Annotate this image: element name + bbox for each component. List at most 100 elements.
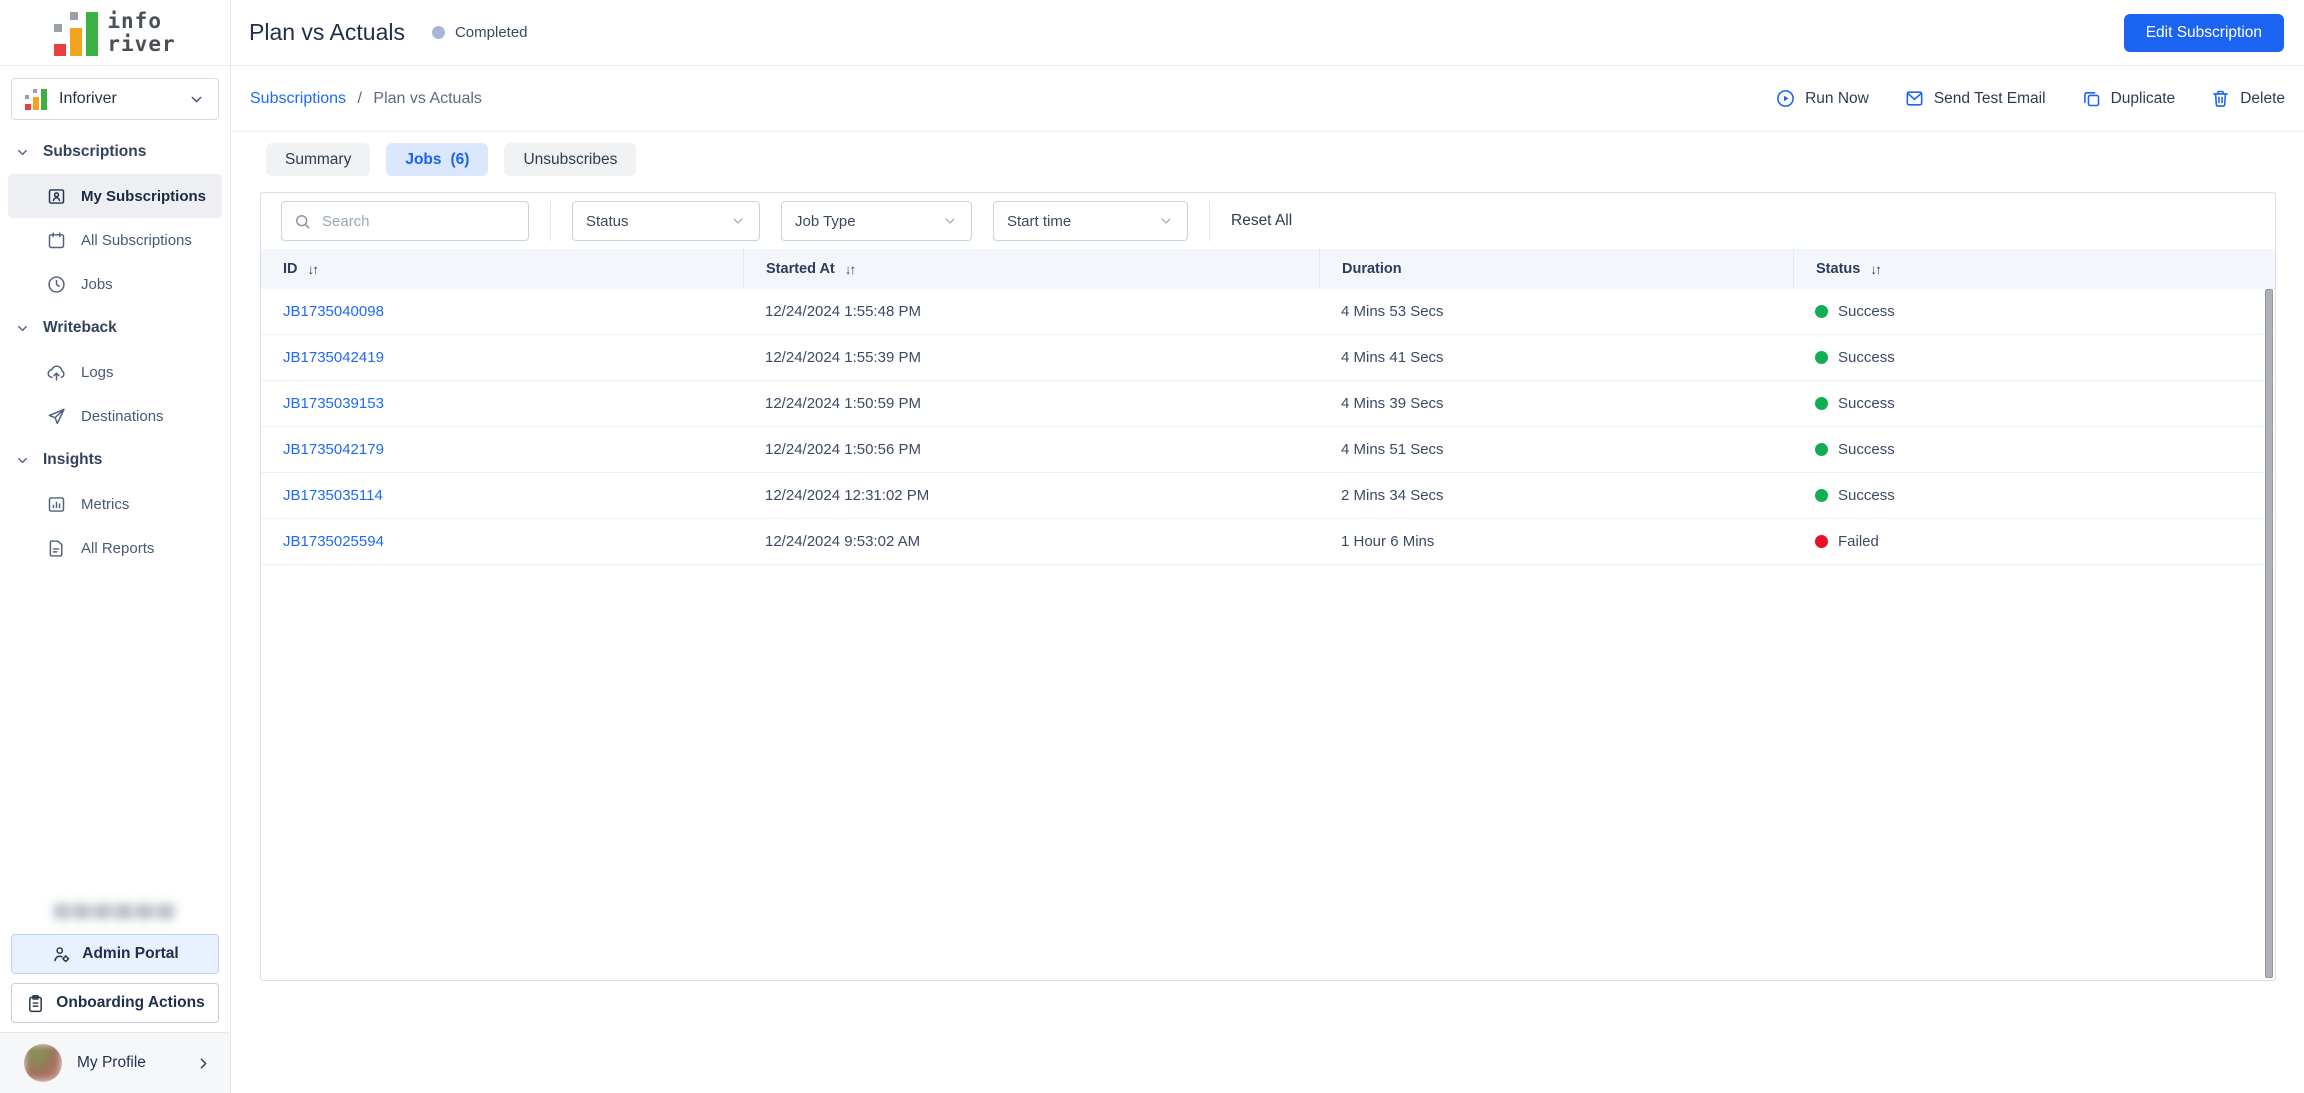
column-label: Duration (1342, 261, 1402, 277)
job-type-filter-dropdown[interactable]: Job Type (781, 201, 972, 241)
job-id-link[interactable]: JB1735040098 (283, 303, 384, 320)
started-at-cell: 12/24/2024 1:55:48 PM (765, 303, 921, 320)
sidebar-item-all-reports[interactable]: All Reports (8, 526, 222, 570)
breadcrumb-bar: Subscriptions / Plan vs Actuals Run Now … (231, 66, 2304, 132)
sidebar-section-writeback[interactable]: Writeback (0, 306, 230, 350)
sidebar-item-metrics[interactable]: Metrics (8, 482, 222, 526)
email-icon (1906, 91, 1923, 106)
job-id-link[interactable]: JB1735025594 (283, 533, 384, 550)
duplicate-button[interactable]: Duplicate (2081, 88, 2175, 109)
sidebar-item-label: Metrics (81, 495, 130, 513)
status-filter-dropdown[interactable]: Status (572, 201, 760, 241)
status-cell: Success (1793, 395, 2275, 412)
run-now-button[interactable]: Run Now (1775, 88, 1869, 109)
status-label: Success (1838, 349, 1895, 366)
onboarding-actions-button[interactable]: Onboarding Actions (11, 983, 219, 1023)
duration-cell: 4 Mins 53 Secs (1341, 303, 1444, 320)
table-row: JB1735039153 12/24/2024 1:50:59 PM 4 Min… (261, 381, 2275, 427)
breadcrumb-current: Plan vs Actuals (373, 89, 482, 107)
inforiver-mini-logo-icon (25, 87, 48, 111)
table-row: JB1735025594 12/24/2024 9:53:02 AM 1 Hou… (261, 519, 2275, 565)
status-cell: Success (1793, 487, 2275, 504)
start-time-filter-dropdown[interactable]: Start time (993, 201, 1188, 241)
delete-button[interactable]: Delete (2210, 88, 2285, 109)
status-label: Success (1838, 395, 1895, 412)
vertical-scrollbar[interactable] (2265, 289, 2273, 978)
duration-cell: 4 Mins 39 Secs (1341, 395, 1444, 412)
status-label: Success (1838, 441, 1895, 458)
sort-arrows-icon[interactable]: ↓↑ (1870, 262, 1881, 277)
sidebar-item-label: Jobs (81, 275, 113, 293)
reset-all-button[interactable]: Reset All (1231, 212, 1292, 230)
redacted-text (54, 904, 176, 919)
bar-chart-icon (48, 496, 65, 512)
column-label: Status (1816, 261, 1861, 277)
status-dot-icon (1815, 305, 1828, 318)
avatar (24, 1044, 62, 1082)
edit-subscription-button[interactable]: Edit Subscription (2123, 13, 2284, 52)
filter-divider (550, 201, 551, 241)
tab-unsubscribes[interactable]: Unsubscribes (504, 143, 637, 176)
status-label: Success (1838, 303, 1895, 320)
status-badge-label: Completed (454, 24, 528, 41)
sidebar-item-logs[interactable]: Logs (8, 350, 222, 394)
job-type-filter-label: Job Type (795, 212, 856, 230)
my-profile-row[interactable]: My Profile (0, 1032, 230, 1093)
calendar-icon (48, 231, 65, 248)
sidebar-item-jobs[interactable]: Jobs (8, 262, 222, 306)
filter-bar: Status Job Type Start time (261, 193, 2275, 249)
clock-icon (48, 275, 65, 293)
tab-jobs-count: (6) (450, 150, 470, 168)
job-id-link[interactable]: JB1735042419 (283, 349, 384, 366)
status-dot-icon (1815, 397, 1828, 410)
main-area: Plan vs Actuals Completed Edit Subscript… (231, 0, 2304, 1093)
sidebar-item-destinations[interactable]: Destinations (8, 394, 222, 438)
status-dot-icon (1815, 535, 1828, 548)
clipboard-icon (29, 994, 43, 1012)
tab-jobs[interactable]: Jobs (6) (386, 143, 489, 176)
play-circle-icon (1777, 90, 1794, 107)
job-id-link[interactable]: JB1735042179 (283, 441, 384, 458)
duration-cell: 2 Mins 34 Secs (1341, 487, 1444, 504)
status-badge: Completed (431, 24, 528, 41)
completed-dot-icon (431, 26, 445, 39)
send-test-email-button[interactable]: Send Test Email (1904, 88, 2046, 109)
admin-portal-button[interactable]: Admin Portal (11, 934, 219, 974)
tab-summary[interactable]: Summary (266, 143, 371, 176)
started-at-cell: 12/24/2024 1:50:59 PM (765, 395, 921, 412)
trash-icon (2213, 90, 2229, 107)
sidebar-item-label: All Reports (81, 539, 155, 557)
sidebar-item-all-subscriptions[interactable]: All Subscriptions (8, 218, 222, 262)
run-now-label: Run Now (1805, 89, 1869, 107)
search-input[interactable] (282, 202, 528, 240)
sort-arrows-icon[interactable]: ↓↑ (308, 262, 319, 277)
column-header-duration: Duration (1319, 249, 1793, 289)
paper-plane-icon (48, 408, 65, 424)
admin-portal-label: Admin Portal (82, 945, 179, 962)
status-cell: Success (1793, 441, 2275, 458)
brand-word-line2: river (107, 31, 176, 56)
status-filter-label: Status (586, 212, 629, 230)
chevron-down-icon (942, 213, 958, 229)
chevron-down-icon (730, 213, 746, 229)
person-gear-icon (54, 946, 70, 962)
breadcrumb-separator: / (357, 89, 362, 107)
breadcrumb-subscriptions-link[interactable]: Subscriptions (250, 90, 346, 107)
sidebar-item-my-subscriptions[interactable]: My Subscriptions (8, 174, 222, 218)
sidebar-nav: Subscriptions My Subscriptions All Subsc… (0, 130, 230, 570)
sort-arrows-icon[interactable]: ↓↑ (845, 262, 856, 277)
inforiver-logo-icon (54, 8, 99, 58)
action-bar: Run Now Send Test Email Duplicate Delete (1775, 88, 2285, 109)
sidebar-section-insights[interactable]: Insights (0, 438, 230, 482)
status-dot-icon (1815, 443, 1828, 456)
status-dot-icon (1815, 489, 1828, 502)
workspace-selector[interactable]: Inforiver (11, 78, 219, 120)
chevron-down-icon (188, 91, 205, 108)
status-label: Success (1838, 487, 1895, 504)
job-id-link[interactable]: JB1735035114 (283, 487, 383, 504)
table-header: ID ↓↑ Started At ↓↑ Duration Status ↓↑ (261, 249, 2275, 289)
column-header-status: Status ↓↑ (1793, 249, 2275, 289)
job-id-link[interactable]: JB1735039153 (283, 395, 384, 412)
sidebar-section-subscriptions[interactable]: Subscriptions (0, 130, 230, 174)
section-label: Subscriptions (43, 143, 147, 160)
